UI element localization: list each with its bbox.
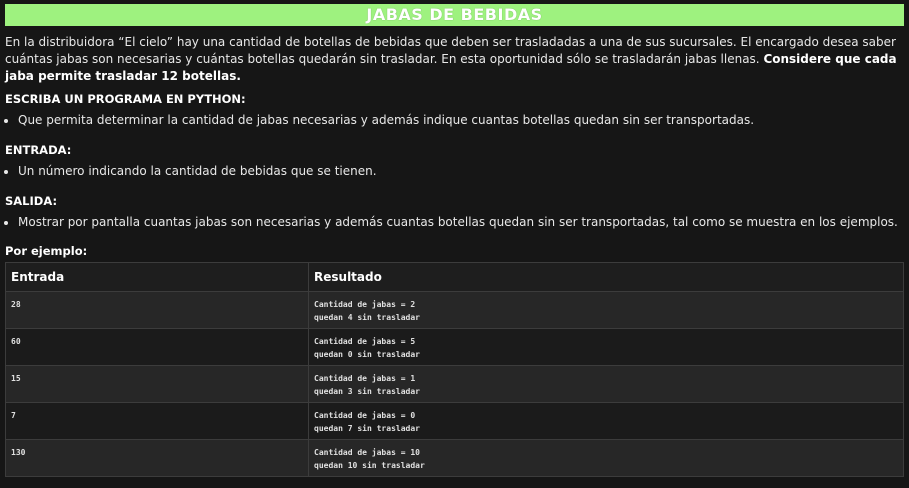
table-row: 15 Cantidad de jabas = 1 quedan 3 sin tra… <box>5 365 904 403</box>
salida-list: Mostrar por pantalla cuantas jabas son n… <box>5 214 898 231</box>
cell-entrada: 60 <box>5 328 309 366</box>
table-row: 130 Cantidad de jabas = 10 quedan 10 sin … <box>5 439 904 477</box>
escriba-list: Que permita determinar la cantidad de ja… <box>5 112 754 129</box>
salida-item: Mostrar por pantalla cuantas jabas son n… <box>18 214 898 231</box>
examples-table: Entrada Resultado 28 Cantidad de jabas =… <box>5 262 904 477</box>
cell-entrada: 130 <box>5 439 309 477</box>
result-line: quedan 4 sin trasladar <box>314 313 420 322</box>
escriba-heading: ESCRIBA UN PROGRAMA EN PYTHON: <box>5 92 246 106</box>
result-line: quedan 0 sin trasladar <box>314 350 420 359</box>
cell-resultado: Cantidad de jabas = 2 quedan 4 sin trasla… <box>308 291 904 329</box>
table-header-row: Entrada Resultado <box>5 262 904 292</box>
page-title: JABAS DE BEBIDAS <box>5 4 904 26</box>
header-entrada: Entrada <box>5 262 309 292</box>
cell-resultado: Cantidad de jabas = 0 quedan 7 sin trasla… <box>308 402 904 440</box>
entrada-item: Un número indicando la cantidad de bebid… <box>18 163 377 180</box>
table-row: 60 Cantidad de jabas = 5 quedan 0 sin tra… <box>5 328 904 366</box>
cell-resultado: Cantidad de jabas = 1 quedan 3 sin trasla… <box>308 365 904 403</box>
result-line: quedan 3 sin trasladar <box>314 387 420 396</box>
escriba-item: Que permita determinar la cantidad de ja… <box>18 112 754 129</box>
table-row: 28 Cantidad de jabas = 2 quedan 4 sin tra… <box>5 291 904 329</box>
header-resultado: Resultado <box>308 262 904 292</box>
cell-resultado: Cantidad de jabas = 10 quedan 10 sin tras… <box>308 439 904 477</box>
entrada-heading: ENTRADA: <box>5 143 72 157</box>
result-line: Cantidad de jabas = 5 <box>314 337 416 346</box>
cell-entrada: 28 <box>5 291 309 329</box>
problem-content: En la distribuidora “El cielo” hay una c… <box>5 34 904 477</box>
intro-paragraph: En la distribuidora “El cielo” hay una c… <box>5 34 904 85</box>
table-row: 7 Cantidad de jabas = 0 quedan 7 sin tras… <box>5 402 904 440</box>
entrada-list: Un número indicando la cantidad de bebid… <box>5 163 377 180</box>
cell-resultado: Cantidad de jabas = 5 quedan 0 sin trasla… <box>308 328 904 366</box>
cell-entrada: 15 <box>5 365 309 403</box>
result-line: quedan 7 sin trasladar <box>314 424 420 433</box>
examples-heading: Por ejemplo: <box>5 244 88 258</box>
result-line: quedan 10 sin trasladar <box>314 461 425 470</box>
result-line: Cantidad de jabas = 1 <box>314 374 416 383</box>
result-line: Cantidad de jabas = 0 <box>314 411 416 420</box>
result-line: Cantidad de jabas = 10 <box>314 448 420 457</box>
salida-heading: SALIDA: <box>5 194 58 208</box>
cell-entrada: 7 <box>5 402 309 440</box>
result-line: Cantidad de jabas = 2 <box>314 300 416 309</box>
